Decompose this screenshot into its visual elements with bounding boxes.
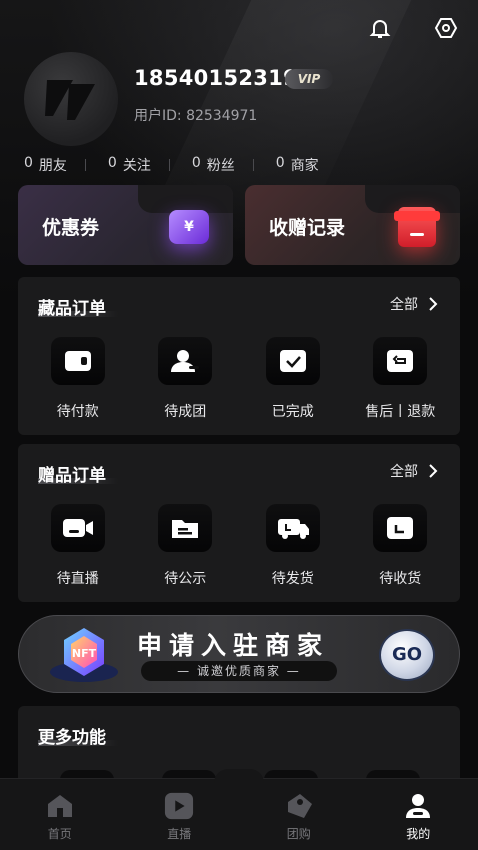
divider bbox=[84, 159, 86, 171]
chevron-right-icon bbox=[429, 464, 438, 478]
camera-icon bbox=[50, 504, 105, 552]
folder-icon bbox=[158, 504, 213, 552]
go-button[interactable]: GO bbox=[379, 629, 435, 681]
settings-icon[interactable] bbox=[432, 14, 460, 42]
collection-orders-all-link[interactable]: 全部 bbox=[390, 294, 438, 314]
chevron-right-icon bbox=[429, 297, 438, 311]
social-stats: 0 朋友 0 关注 0 粉丝 0 商家 bbox=[24, 155, 319, 175]
order-pending-payment[interactable]: 待付款 bbox=[30, 337, 126, 421]
banner-title: 申请入驻商家 bbox=[137, 631, 330, 660]
stat-friends[interactable]: 0 朋友 bbox=[24, 155, 67, 175]
bottom-tab-bar: 首页 直播 团购 我的 bbox=[0, 769, 478, 850]
truck-icon bbox=[265, 504, 320, 552]
collection-orders-card: 藏品订单 全部 待付款 待成团 已完成 售后丨退款 bbox=[18, 277, 460, 435]
stat-following[interactable]: 0 关注 bbox=[108, 155, 151, 175]
tab-group-buy[interactable]: 团购 bbox=[239, 779, 359, 850]
gift-box-icon bbox=[394, 207, 440, 247]
gift-orders-title: 赠品订单 bbox=[38, 466, 106, 486]
stat-merchants[interactable]: 0 商家 bbox=[276, 155, 319, 175]
profile-header: 18540152319 VIP 用户ID: 82534971 bbox=[24, 52, 464, 146]
divider bbox=[252, 159, 254, 171]
collection-orders-title: 藏品订单 bbox=[38, 299, 106, 319]
wallet-icon bbox=[50, 337, 105, 385]
return-box-icon bbox=[373, 337, 428, 385]
user-icon bbox=[403, 791, 433, 821]
package-icon bbox=[373, 504, 428, 552]
banner-subtitle: — 诚邀优质商家 — bbox=[141, 661, 337, 681]
user-id[interactable]: 用户ID: 82534971 bbox=[134, 105, 257, 125]
coupon-icon: ¥ bbox=[169, 210, 209, 244]
gift-pending-receipt[interactable]: 待收货 bbox=[352, 504, 448, 588]
box-check-icon bbox=[265, 337, 320, 385]
group-icon bbox=[158, 337, 213, 385]
stat-fans[interactable]: 0 粉丝 bbox=[192, 155, 235, 175]
bell-icon[interactable] bbox=[366, 14, 394, 42]
home-icon bbox=[45, 791, 75, 821]
merchant-apply-banner[interactable]: NFT 申请入驻商家 — 诚邀优质商家 — GO bbox=[18, 615, 460, 693]
tabbar-notch bbox=[214, 769, 264, 783]
divider bbox=[168, 159, 170, 171]
play-icon bbox=[164, 791, 194, 821]
user-phone: 18540152319 bbox=[134, 66, 299, 90]
tab-live[interactable]: 直播 bbox=[120, 779, 240, 850]
card-tab-decor bbox=[138, 185, 233, 213]
svg-text:NFT: NFT bbox=[72, 647, 97, 660]
gift-orders-all-link[interactable]: 全部 bbox=[390, 461, 438, 481]
gift-pending-publicity[interactable]: 待公示 bbox=[137, 504, 233, 588]
coupon-card[interactable]: 优惠券 ¥ bbox=[18, 185, 233, 265]
gift-pending-shipment[interactable]: 待发货 bbox=[245, 504, 341, 588]
brand-logo-icon bbox=[45, 80, 95, 120]
coupon-label: 优惠券 bbox=[42, 217, 100, 239]
gift-record-label: 收赠记录 bbox=[269, 217, 346, 239]
order-after-sales[interactable]: 售后丨退款 bbox=[352, 337, 448, 421]
tab-home[interactable]: 首页 bbox=[0, 779, 120, 850]
order-completed[interactable]: 已完成 bbox=[245, 337, 341, 421]
more-functions-title: 更多功能 bbox=[38, 728, 106, 748]
order-pending-group[interactable]: 待成团 bbox=[137, 337, 233, 421]
vip-badge: VIP bbox=[285, 69, 333, 89]
avatar[interactable] bbox=[24, 52, 118, 146]
top-actions bbox=[366, 14, 460, 42]
tab-mine[interactable]: 我的 bbox=[359, 779, 478, 850]
gift-orders-card: 赠品订单 全部 待直播 待公示 待发货 待收货 bbox=[18, 444, 460, 602]
gift-pending-live[interactable]: 待直播 bbox=[30, 504, 126, 588]
gift-record-card[interactable]: 收赠记录 bbox=[245, 185, 460, 265]
nft-emblem-icon: NFT bbox=[43, 622, 125, 688]
tag-icon bbox=[284, 791, 314, 821]
